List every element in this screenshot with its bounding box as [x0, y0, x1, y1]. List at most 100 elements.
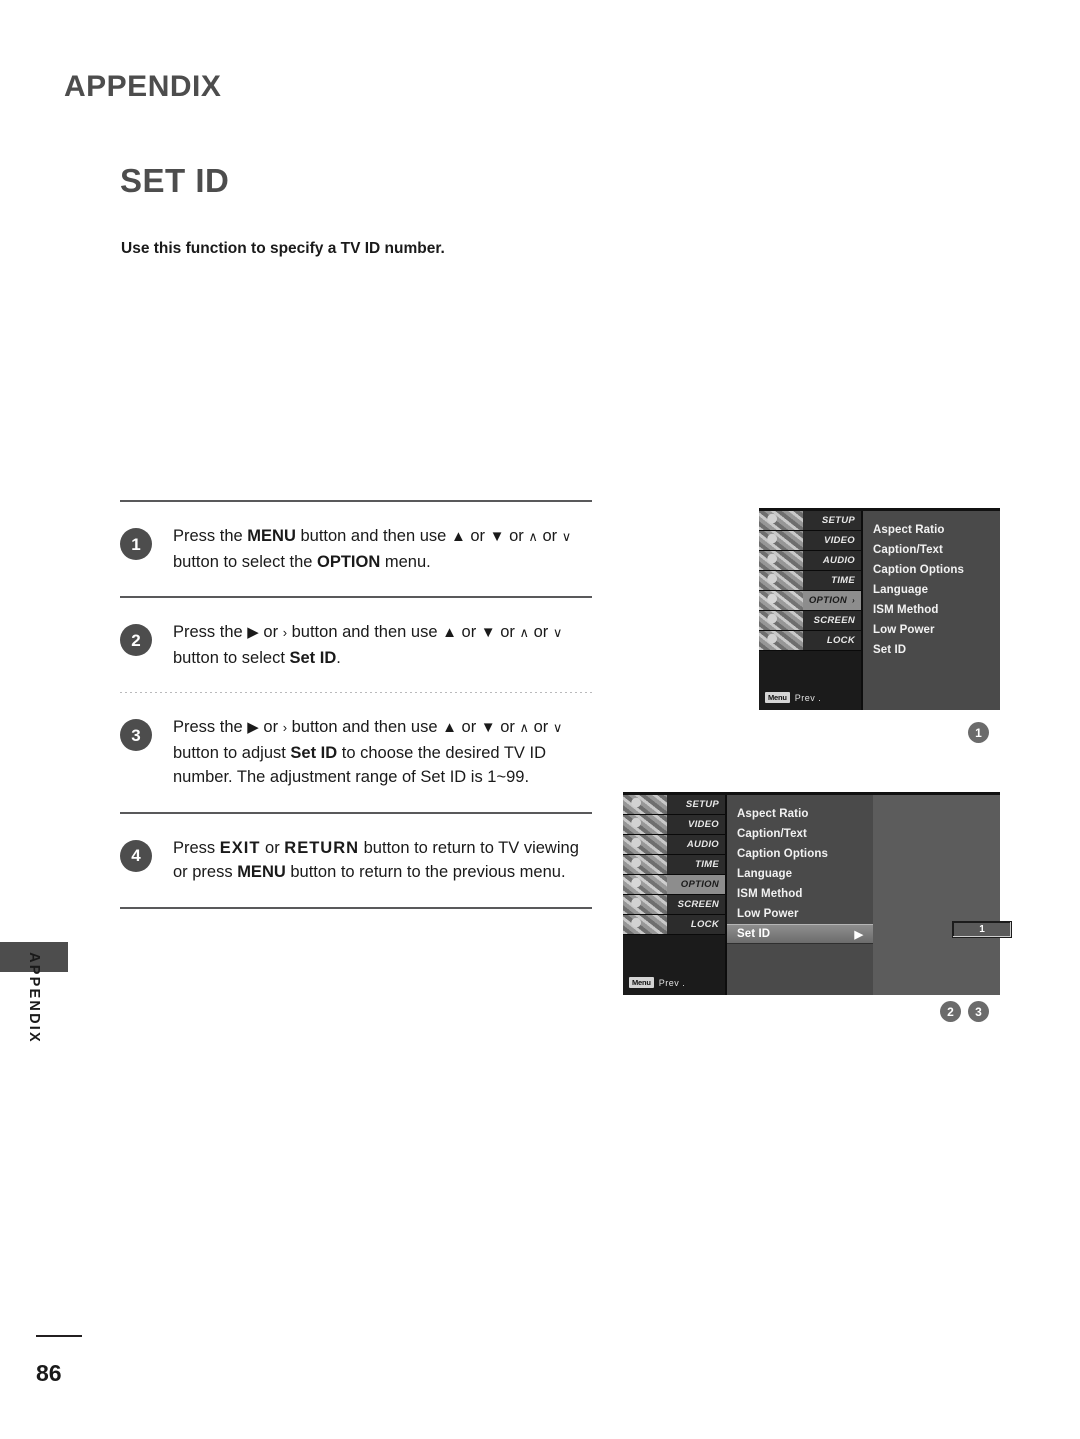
osd-category-setup[interactable]: SETUP [759, 511, 861, 531]
osd-item-ism-method[interactable]: ISM Method [727, 884, 873, 904]
osd-item-caption-text[interactable]: Caption/Text [863, 540, 1000, 560]
step-text: Press EXIT or RETURN button to return to… [173, 836, 592, 885]
audio-thumbnail-icon [623, 835, 667, 854]
lock-thumbnail-icon [623, 915, 667, 934]
tv-osd-menu-step1: SETUP VIDEO AUDIO TIME OPTION › SCREEN L… [759, 508, 1000, 710]
chevron-down-icon: ∨ [561, 529, 572, 544]
down-arrow-icon: ▼ [480, 719, 496, 736]
page-number: 86 [36, 1360, 62, 1386]
manual-page: APPENDIX SET ID Use this function to spe… [0, 0, 1080, 1439]
step-3-part-10: or [529, 718, 553, 736]
osd-item-list: Aspect Ratio Caption/Text Caption Option… [863, 511, 1000, 710]
step-3-part-13: Set ID [290, 743, 338, 762]
osd-item-low-power[interactable]: Low Power [727, 904, 873, 924]
menu-key-badge: Menu [629, 977, 654, 988]
osd-item-list: Aspect Ratio Caption/Text Caption Option… [727, 795, 873, 995]
step-4-part-5: MENU [237, 863, 286, 881]
time-thumbnail-icon [759, 571, 803, 590]
option-thumbnail-icon [759, 591, 803, 610]
video-thumbnail-icon [759, 531, 803, 550]
osd-category-label: VIDEO [823, 535, 855, 546]
video-thumbnail-icon [623, 815, 667, 834]
osd-category-label: OPTION [680, 879, 719, 890]
step-2-part-6: or [456, 623, 481, 641]
time-thumbnail-icon [623, 855, 667, 874]
footer-divider [36, 1335, 82, 1337]
osd-item-aspect-ratio[interactable]: Aspect Ratio [863, 520, 1000, 540]
osd-category-audio[interactable]: AUDIO [623, 835, 725, 855]
step-4-part-2: or [260, 838, 285, 857]
option-thumbnail-icon [623, 875, 667, 894]
osd-category-option[interactable]: OPTION › [759, 591, 861, 611]
osd-item-caption-options[interactable]: Caption Options [727, 844, 873, 864]
osd-category-label: LOCK [826, 635, 855, 646]
osd-item-caption-text[interactable]: Caption/Text [727, 824, 873, 844]
up-arrow-icon: ▲ [442, 624, 457, 641]
osd-category-screen[interactable]: SCREEN [623, 895, 725, 915]
osd-category-label: SCREEN [813, 615, 855, 626]
right-triangle-icon: ▶ [247, 719, 259, 736]
osd-category-label: VIDEO [687, 819, 719, 830]
chevron-down-icon: ∨ [552, 720, 563, 735]
step-marker-1: 1 [968, 722, 989, 743]
osd-category-lock[interactable]: LOCK [623, 915, 725, 935]
osd-category-audio[interactable]: AUDIO [759, 551, 861, 571]
section-subtitle: Use this function to specify a TV ID num… [121, 240, 445, 257]
setup-thumbnail-icon [623, 795, 667, 814]
screen-thumbnail-icon [759, 611, 803, 630]
osd-category-label: SCREEN [677, 899, 719, 910]
chevron-down-icon: ∨ [552, 625, 563, 640]
osd-item-set-id-selected[interactable]: Set ID ▶ [727, 924, 873, 944]
osd-item-language[interactable]: Language [863, 580, 1000, 600]
osd-category-label: AUDIO [686, 839, 719, 850]
osd-category-time[interactable]: TIME [759, 571, 861, 591]
step-1: 1 Press the MENU button and then use ▲ o… [120, 502, 592, 596]
osd-item-ism-method[interactable]: ISM Method [863, 600, 1000, 620]
chevron-up-icon: ∧ [519, 720, 529, 735]
step-1-part-8: or [537, 527, 562, 545]
osd-category-setup[interactable]: SETUP [623, 795, 725, 815]
set-id-value-box[interactable]: 1 [952, 921, 1012, 938]
osd-category-column: SETUP VIDEO AUDIO TIME OPTION › SCREEN L… [759, 511, 863, 710]
osd-category-label: OPTION [808, 595, 848, 606]
right-triangle-icon: ▶ [854, 928, 863, 941]
osd-category-column: SETUP VIDEO AUDIO TIME OPTION SCREEN LOC… [623, 795, 727, 995]
step-2-part-4: button and then use [287, 623, 443, 641]
step-1-part-0: Press the [173, 527, 248, 545]
step-number-badge: 4 [120, 839, 152, 872]
screen-thumbnail-icon [623, 895, 667, 914]
step-2-part-10: or [529, 623, 553, 641]
chevron-right-icon: › [852, 596, 855, 605]
osd-right-panel: 1 [873, 795, 1012, 995]
step-1-part-11: OPTION [317, 552, 381, 571]
step-4-part-6: button to return to the previous menu. [285, 863, 566, 881]
down-arrow-icon: ▼ [489, 528, 505, 545]
osd-category-option[interactable]: OPTION [623, 875, 725, 895]
step-2-part-13: Set ID [289, 648, 337, 667]
divider-bottom [120, 906, 592, 909]
osd-category-video[interactable]: VIDEO [623, 815, 725, 835]
step-text: Press the ▶ or › button and then use ▲ o… [173, 620, 592, 670]
osd-item-label: Set ID [737, 928, 771, 940]
osd-item-language[interactable]: Language [727, 864, 873, 884]
setup-thumbnail-icon [759, 511, 803, 530]
step-2-part-2: or [258, 623, 283, 641]
osd-item-set-id[interactable]: Set ID [863, 640, 1000, 660]
step-1-part-6: or [504, 527, 529, 545]
osd-item-caption-options[interactable]: Caption Options [863, 560, 1000, 580]
osd-category-label: SETUP [685, 799, 719, 810]
osd-left-filler [759, 651, 861, 692]
osd-category-lock[interactable]: LOCK [759, 631, 861, 651]
step-marker-3: 3 [968, 1001, 989, 1022]
step-1-part-10: button to select the [173, 552, 318, 571]
osd-category-screen[interactable]: SCREEN [759, 611, 861, 631]
step-1-part-4: or [465, 527, 490, 545]
step-3-part-8: or [495, 718, 520, 736]
osd-item-aspect-ratio[interactable]: Aspect Ratio [727, 804, 873, 824]
osd-category-time[interactable]: TIME [623, 855, 725, 875]
osd-item-low-power[interactable]: Low Power [863, 620, 1000, 640]
up-arrow-icon: ▲ [442, 719, 457, 736]
osd-category-video[interactable]: VIDEO [759, 531, 861, 551]
lock-thumbnail-icon [759, 631, 803, 650]
tv-osd-menu-step2-3: SETUP VIDEO AUDIO TIME OPTION SCREEN LOC… [623, 792, 1012, 995]
